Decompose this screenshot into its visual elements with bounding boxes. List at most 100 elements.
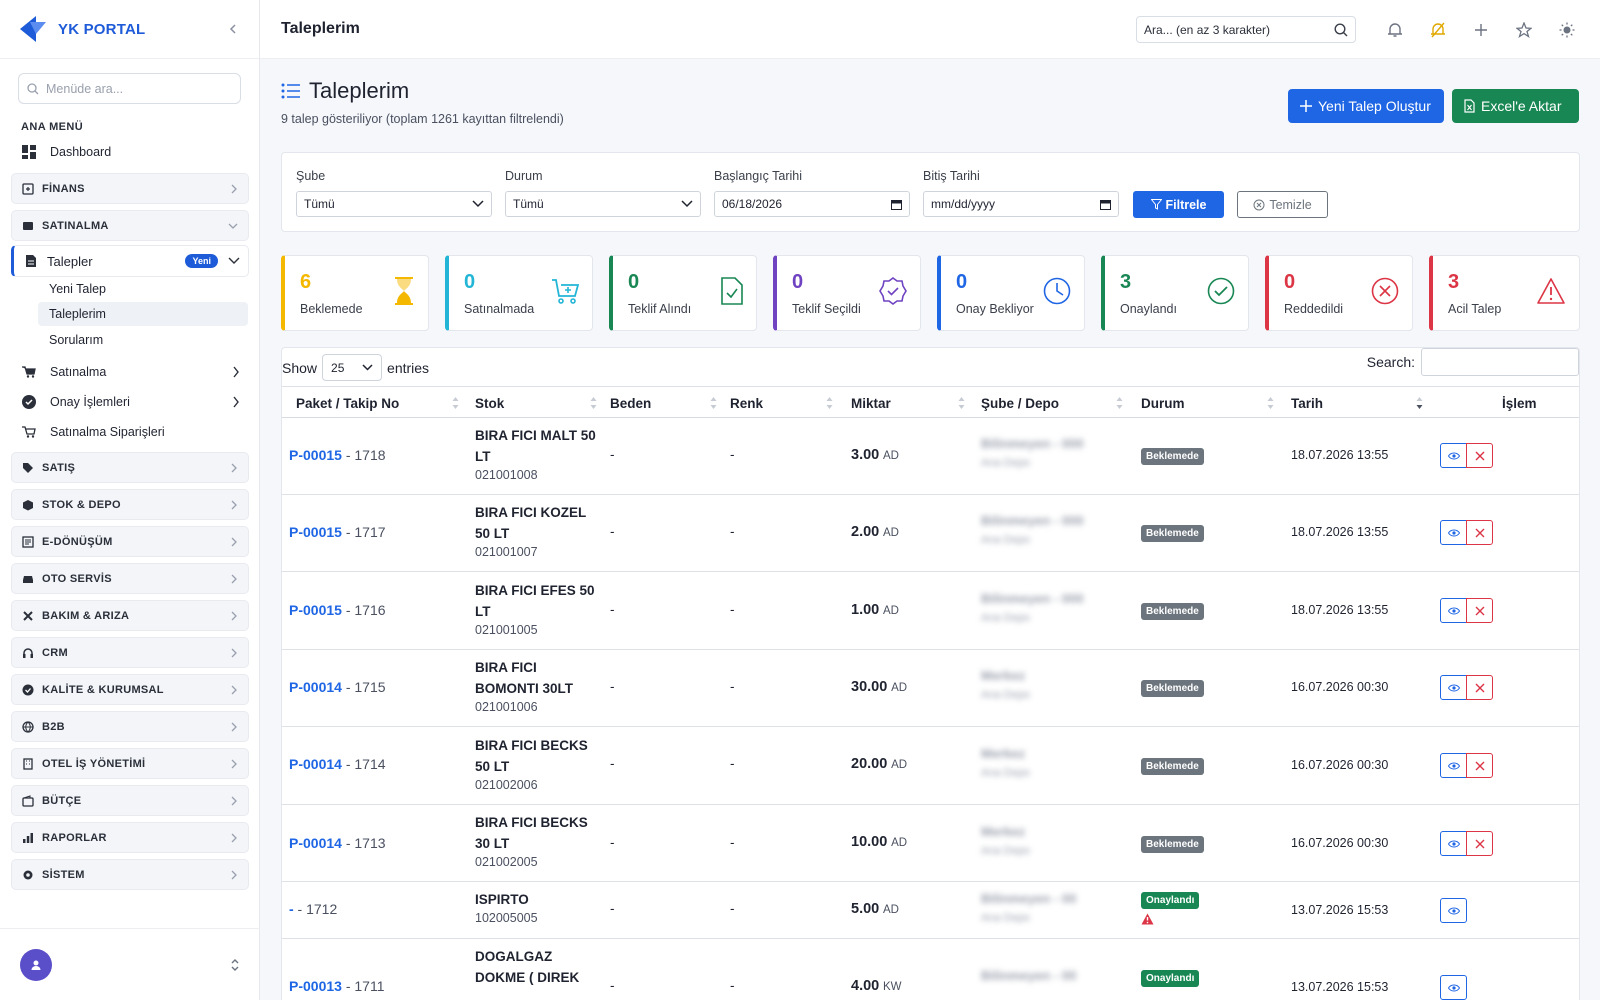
delete-button[interactable] (1466, 753, 1493, 778)
new-badge: Yeni (185, 254, 218, 268)
color-cell: - (730, 901, 735, 916)
sidebar-group-label: BÜTÇE (42, 794, 82, 807)
table-row: P-00015 - 1716 BIRA FICI EFES 50 LT 02100… (282, 572, 1579, 650)
sidebar-group-satis[interactable]: SATIŞ (11, 452, 249, 483)
chevron-right-icon (231, 463, 237, 472)
delete-button[interactable] (1466, 443, 1493, 468)
expand-toggle-icon[interactable] (230, 958, 240, 972)
sidebar-group-raporlar[interactable]: RAPORLAR (11, 822, 249, 853)
package-link[interactable]: P-00014 (289, 835, 342, 851)
column-header-durum[interactable]: Durum (1141, 387, 1185, 419)
column-header-miktar[interactable]: Miktar (851, 387, 891, 419)
sidebar-group-otel[interactable]: OTEL İŞ YÖNETİMİ (11, 748, 249, 779)
column-header-renk[interactable]: Renk (730, 387, 763, 419)
eye-icon (1447, 529, 1460, 536)
column-header-sube[interactable]: Şube / Depo (981, 387, 1059, 419)
sidebar-group-stok[interactable]: STOK & DEPO (11, 489, 249, 520)
filter-button[interactable]: Filtrele (1133, 191, 1224, 218)
view-button[interactable] (1440, 753, 1467, 778)
stat-card-satinalmada[interactable]: 0 Satınalmada (445, 255, 593, 331)
stat-card-teklif-secildi[interactable]: 0 Teklif Seçildi (773, 255, 921, 331)
view-button[interactable] (1440, 975, 1467, 1000)
plus-icon[interactable] (1470, 19, 1492, 41)
column-header-beden[interactable]: Beden (610, 387, 651, 419)
sidebar-group-bakim[interactable]: BAKIM & ARIZA (11, 600, 249, 631)
package-link[interactable]: P-00015 (289, 524, 342, 540)
column-header-paket[interactable]: Paket / Takip No (296, 387, 399, 419)
sidebar-group-satinalma[interactable]: SATINALMA (11, 210, 249, 241)
sidebar-subitem-yeni-talep[interactable]: Yeni Talep (38, 277, 248, 301)
export-excel-button[interactable]: Excel'e Aktar (1452, 89, 1579, 123)
view-button[interactable] (1440, 520, 1467, 545)
view-button[interactable] (1440, 675, 1467, 700)
sidebar-group-butce[interactable]: BÜTÇE (11, 785, 249, 816)
sidebar-subitem-taleplerim[interactable]: Taleplerim (38, 302, 248, 326)
stat-card-onay-bekliyor[interactable]: 0 Onay Bekliyor (937, 255, 1085, 331)
column-header-tarih[interactable]: Tarih (1291, 387, 1323, 419)
sidebar-group-sistem[interactable]: SİSTEM (11, 859, 249, 890)
sidebar-group-oto[interactable]: OTO SERVİS (11, 563, 249, 594)
building-icon (23, 757, 33, 770)
stat-card-beklemede[interactable]: 6 Beklemede (281, 255, 429, 331)
stat-card-reddedildi[interactable]: 0 Reddedildi (1265, 255, 1413, 331)
sidebar-item-satinalma[interactable]: Satınalma (22, 359, 240, 385)
stat-card-acil-talep[interactable]: 3 Acil Talep (1429, 255, 1580, 331)
status-cell: Onaylandı (1141, 969, 1200, 987)
menu-search-input[interactable]: Menüde ara... (18, 73, 241, 104)
sidebar-item-onay-islemleri[interactable]: Onay İşlemleri (22, 389, 240, 415)
sube-select[interactable]: Tümü (296, 191, 492, 217)
package-link[interactable]: P-00013 (289, 978, 342, 994)
new-request-button[interactable]: Yeni Talep Oluştur (1288, 89, 1444, 123)
delete-button[interactable] (1466, 675, 1493, 700)
tracking-no: - 1712 (293, 901, 338, 917)
sidebar-group-crm[interactable]: CRM (11, 637, 249, 668)
bell-muted-icon[interactable] (1427, 19, 1449, 41)
page-length-select[interactable]: 25 (322, 354, 383, 381)
sidebar-group-b2b[interactable]: B2B (11, 711, 249, 742)
delete-button[interactable] (1466, 598, 1493, 623)
stat-value: 0 (792, 271, 804, 293)
view-button[interactable] (1440, 443, 1467, 468)
global-search-input[interactable]: Ara... (en az 3 karakter) (1136, 16, 1356, 43)
star-icon[interactable] (1513, 19, 1535, 41)
warehouse-name: Ana Depo (981, 912, 1030, 924)
sun-icon[interactable] (1556, 19, 1578, 41)
stat-value: 3 (1120, 271, 1132, 293)
package-link[interactable]: P-00014 (289, 679, 342, 695)
bell-icon[interactable] (1384, 19, 1406, 41)
avatar[interactable] (20, 948, 52, 981)
sidebar-group-edonusum[interactable]: E-DÖNÜŞÜM (11, 526, 249, 557)
collapse-sidebar-icon[interactable] (223, 19, 243, 39)
package-link[interactable]: P-00015 (289, 447, 342, 463)
start-date-input[interactable]: 06/18/2026 (714, 191, 910, 217)
stat-card-onaylandi[interactable]: 3 Onaylandı (1101, 255, 1249, 331)
durum-select[interactable]: Tümü (505, 191, 701, 217)
sidebar-group-label: SATIŞ (42, 461, 76, 474)
sidebar-group-finans[interactable]: FİNANS (11, 173, 249, 204)
stat-card-teklif-alindi[interactable]: 0 Teklif Alındı (609, 255, 757, 331)
package-link[interactable]: P-00015 (289, 602, 342, 618)
cart-icon (23, 221, 33, 230)
sidebar-item-talepler[interactable]: Talepler Yeni (11, 245, 249, 277)
view-button[interactable] (1440, 598, 1467, 623)
column-header-stok[interactable]: Stok (475, 387, 504, 419)
chevron-right-icon (231, 611, 237, 620)
view-button[interactable] (1440, 898, 1467, 923)
stock-cell: BIRA FICI MALT 50 LT 021001008 (475, 425, 600, 482)
size-cell: - (610, 835, 615, 850)
sidebar-subitem-sorularim[interactable]: Sorularım (38, 328, 248, 352)
clear-button[interactable]: Temizle (1237, 191, 1328, 218)
delete-button[interactable] (1466, 520, 1493, 545)
table-search-input[interactable] (1421, 348, 1579, 376)
stat-value: 0 (1284, 271, 1296, 293)
sidebar-item-satinalma-siparisleri[interactable]: Satınalma Siparişleri (22, 419, 240, 445)
delete-button[interactable] (1466, 831, 1493, 856)
package-link[interactable]: P-00014 (289, 756, 342, 772)
table-toolbar: Show 25 entries Search: (282, 348, 1579, 381)
tracking-no: - 1717 (341, 524, 386, 540)
sidebar-group-kalite[interactable]: KALİTE & KURUMSAL (11, 674, 249, 705)
sidebar-item-dashboard[interactable]: Dashboard (22, 137, 259, 167)
end-date-input[interactable]: mm/dd/yyyy (923, 191, 1119, 217)
view-button[interactable] (1440, 831, 1467, 856)
sidebar-item-label: Dashboard (50, 145, 112, 159)
